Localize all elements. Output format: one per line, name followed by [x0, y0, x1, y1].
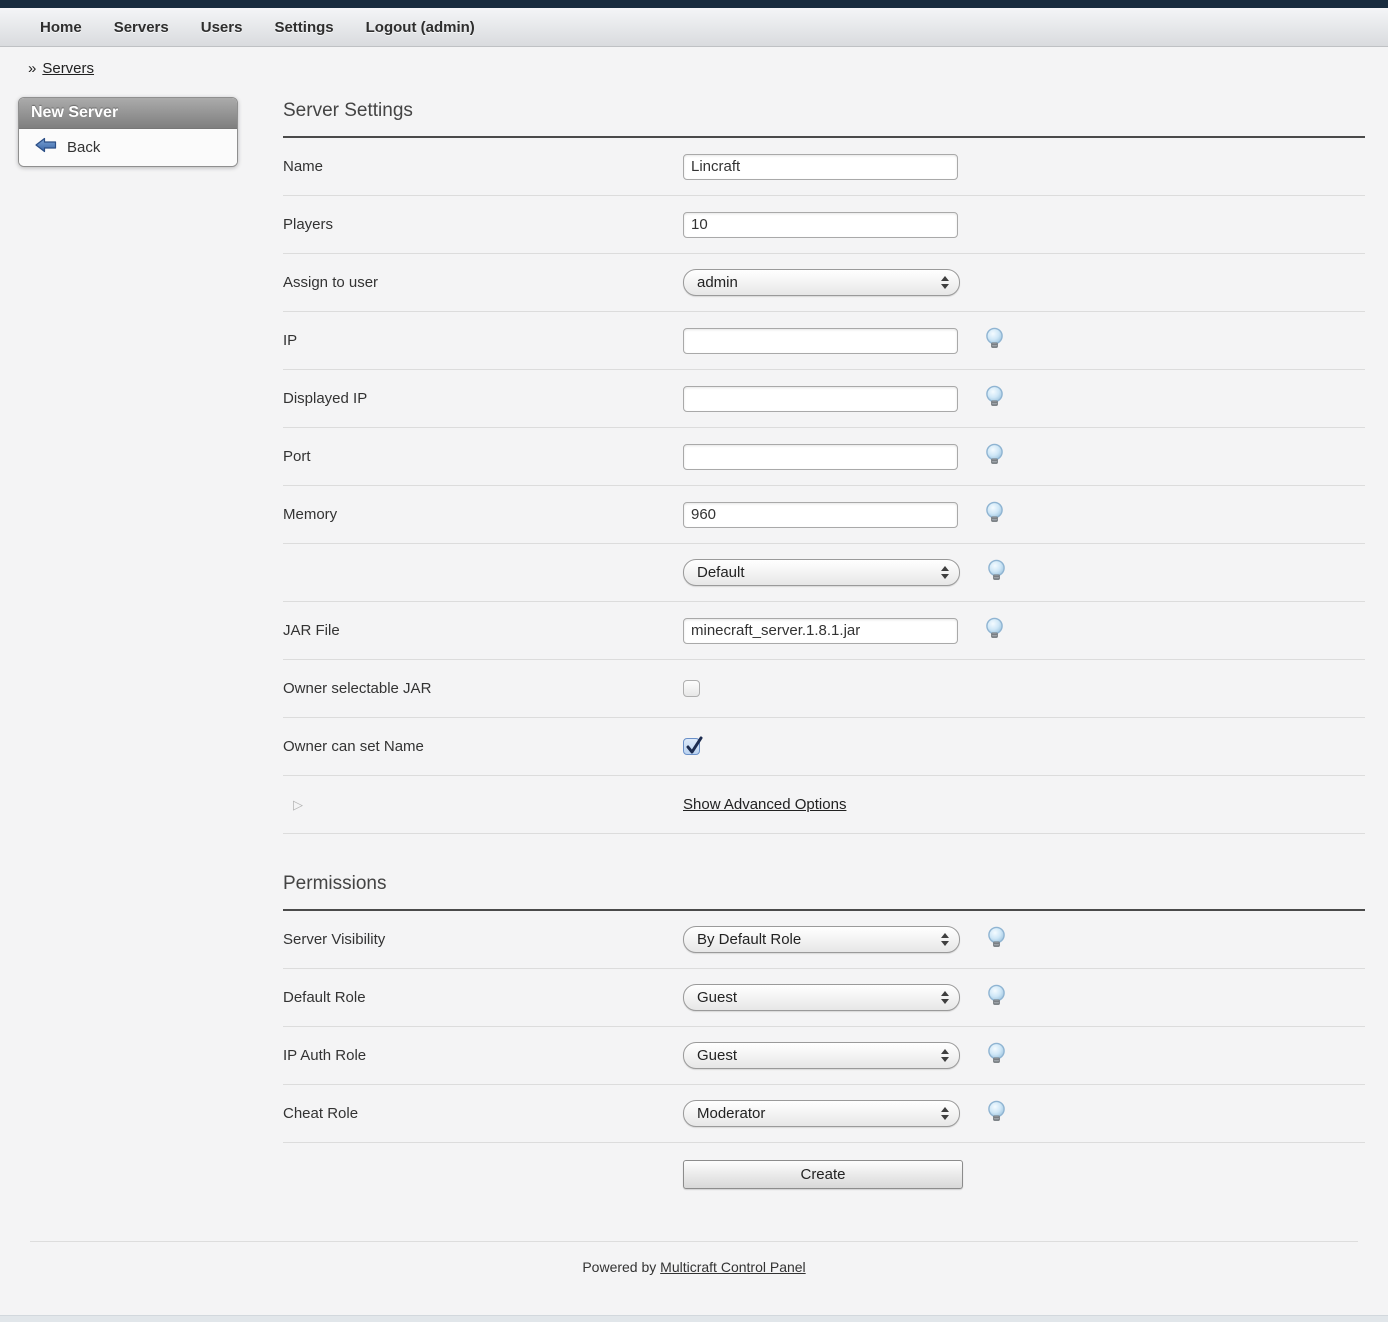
row-assign-to-user: Assign to user admin [283, 254, 1365, 312]
new-server-panel: New Server Back [18, 97, 238, 167]
select-stepper-icon [941, 276, 949, 289]
help-bulb-icon[interactable] [986, 926, 1007, 954]
ip-label: IP [283, 332, 683, 349]
select-stepper-icon [941, 566, 949, 579]
name-label: Name [283, 158, 683, 175]
row-ip: IP [283, 312, 1365, 370]
checkmark-icon [685, 734, 705, 756]
ip-auth-role-label: IP Auth Role [283, 1047, 683, 1064]
port-input[interactable] [683, 444, 958, 470]
row-cheat-role: Cheat Role Moderator [283, 1085, 1365, 1143]
row-displayed-ip: Displayed IP [283, 370, 1365, 428]
back-button-label: Back [67, 139, 100, 156]
ip-auth-role-select[interactable]: Guest [683, 1042, 960, 1069]
memory-mode-select[interactable]: Default [683, 559, 960, 586]
cheat-role-selected-value: Moderator [697, 1105, 765, 1122]
cheat-role-label: Cheat Role [283, 1105, 683, 1122]
assign-to-user-selected-value: admin [697, 274, 738, 291]
memory-input[interactable] [683, 502, 958, 528]
breadcrumb: » Servers [0, 47, 1388, 87]
multicraft-link[interactable]: Multicraft Control Panel [660, 1259, 806, 1275]
server-settings-heading: Server Settings [283, 87, 1365, 136]
row-owner-can-set-name: Owner can set Name [283, 718, 1365, 776]
footer: Powered by Multicraft Control Panel [30, 1241, 1358, 1275]
memory-mode-selected-value: Default [697, 564, 745, 581]
server-visibility-label: Server Visibility [283, 931, 683, 948]
help-bulb-icon[interactable] [986, 559, 1007, 587]
displayed-ip-label: Displayed IP [283, 390, 683, 407]
disclosure-triangle-icon[interactable]: ▷ [283, 797, 303, 812]
server-visibility-select[interactable]: By Default Role [683, 926, 960, 953]
breadcrumb-servers-link[interactable]: Servers [42, 60, 94, 77]
row-memory: Memory [283, 486, 1365, 544]
permissions-heading: Permissions [283, 860, 1365, 909]
ip-input[interactable] [683, 328, 958, 354]
select-stepper-icon [941, 1049, 949, 1062]
row-advanced-options: ▷ Show Advanced Options [283, 776, 1365, 834]
help-bulb-icon[interactable] [984, 617, 1005, 645]
row-memory-mode: Default [283, 544, 1365, 602]
help-bulb-icon[interactable] [986, 1100, 1007, 1128]
row-players: Players [283, 196, 1365, 254]
owner-can-set-name-checkbox[interactable] [683, 738, 700, 755]
breadcrumb-prefix: » [28, 60, 36, 77]
browser-top-strip [0, 0, 1388, 8]
nav-item-users[interactable]: Users [201, 19, 243, 36]
show-advanced-options-link[interactable]: Show Advanced Options [683, 796, 846, 813]
help-bulb-icon[interactable] [986, 984, 1007, 1012]
arrow-left-icon [35, 137, 57, 157]
owner-can-set-name-label: Owner can set Name [283, 738, 683, 755]
row-server-visibility: Server Visibility By Default Role [283, 911, 1365, 969]
create-button[interactable]: Create [683, 1160, 963, 1189]
players-input[interactable] [683, 212, 958, 238]
nav-item-servers[interactable]: Servers [114, 19, 169, 36]
row-owner-selectable-jar: Owner selectable JAR [283, 660, 1365, 718]
memory-label: Memory [283, 506, 683, 523]
help-bulb-icon[interactable] [984, 501, 1005, 529]
nav-item-settings[interactable]: Settings [274, 19, 333, 36]
bottom-strip [0, 1315, 1388, 1322]
port-label: Port [283, 448, 683, 465]
select-stepper-icon [941, 1107, 949, 1120]
jar-file-label: JAR File [283, 622, 683, 639]
assign-to-user-label: Assign to user [283, 274, 683, 291]
name-input[interactable] [683, 154, 958, 180]
help-bulb-icon[interactable] [984, 385, 1005, 413]
default-role-select[interactable]: Guest [683, 984, 960, 1011]
jar-file-input[interactable] [683, 618, 958, 644]
server-visibility-selected-value: By Default Role [697, 931, 801, 948]
footer-powered-by-text: Powered by [582, 1259, 656, 1275]
default-role-selected-value: Guest [697, 989, 737, 1006]
row-jar-file: JAR File [283, 602, 1365, 660]
panel-title: New Server [19, 98, 237, 129]
main-nav: Home Servers Users Settings Logout (admi… [0, 8, 1388, 47]
row-default-role: Default Role Guest [283, 969, 1365, 1027]
back-button[interactable]: Back [19, 129, 237, 166]
help-bulb-icon[interactable] [984, 443, 1005, 471]
help-bulb-icon[interactable] [984, 327, 1005, 355]
players-label: Players [283, 216, 683, 233]
row-port: Port [283, 428, 1365, 486]
nav-item-logout[interactable]: Logout (admin) [366, 19, 475, 36]
owner-selectable-jar-label: Owner selectable JAR [283, 680, 683, 697]
select-stepper-icon [941, 991, 949, 1004]
ip-auth-role-selected-value: Guest [697, 1047, 737, 1064]
main-content: Server Settings Name Players Assign to u… [283, 87, 1365, 1219]
row-create: Create [283, 1143, 1365, 1219]
cheat-role-select[interactable]: Moderator [683, 1100, 960, 1127]
default-role-label: Default Role [283, 989, 683, 1006]
row-name: Name [283, 138, 1365, 196]
displayed-ip-input[interactable] [683, 386, 958, 412]
assign-to-user-select[interactable]: admin [683, 269, 960, 296]
select-stepper-icon [941, 933, 949, 946]
owner-selectable-jar-checkbox[interactable] [683, 680, 700, 697]
help-bulb-icon[interactable] [986, 1042, 1007, 1070]
row-ip-auth-role: IP Auth Role Guest [283, 1027, 1365, 1085]
nav-item-home[interactable]: Home [40, 19, 82, 36]
